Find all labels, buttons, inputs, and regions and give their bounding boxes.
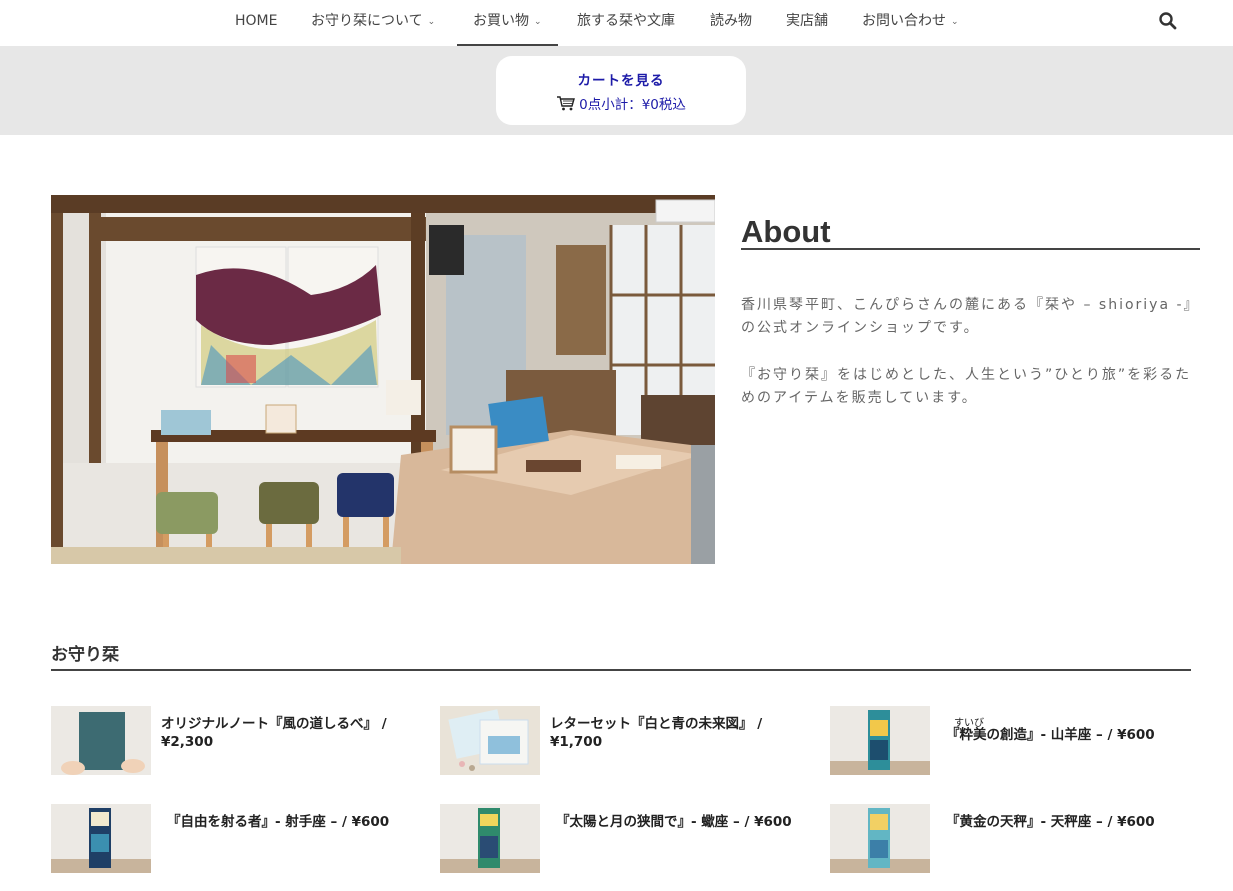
- view-cart-button[interactable]: カートを見る 0点小計：¥0税込: [496, 56, 746, 125]
- product-name: 『黄金の天秤』- 天秤座 – / ¥600: [946, 814, 1155, 830]
- nav-bunko[interactable]: 旅する栞や文庫: [577, 0, 675, 46]
- nav-reading-label: 読み物: [710, 13, 752, 29]
- product-thumbnail: [830, 706, 930, 775]
- product-name: 『自由を射る者』- 射手座 – / ¥600: [167, 814, 390, 830]
- product-item[interactable]: 『黄金の天秤』- 天秤座 – / ¥600: [830, 804, 1190, 874]
- cart-summary-text: 0点小計：¥0税込: [579, 97, 686, 113]
- nav-about-omamori[interactable]: お守り栞について ⌄: [311, 0, 435, 46]
- chevron-down-icon: ⌄: [427, 17, 436, 27]
- about-paragraph-2: 『お守り栞』をはじめとした、人生という”ひとり旅”を彩るためのアイテムを販売して…: [741, 367, 1192, 406]
- nav-shopping-label: お買い物: [473, 13, 529, 29]
- nav-home-label: HOME: [235, 13, 278, 29]
- product-item[interactable]: レターセット『白と青の未来図』 / ¥1,700: [440, 706, 800, 776]
- chevron-down-icon: ⌄: [534, 17, 542, 27]
- product-thumbnail: [51, 706, 151, 775]
- product-name: 『太陽と月の狭間で』- 蠍座 – / ¥600: [556, 814, 792, 830]
- nav-contact[interactable]: お問い合わせ ⌄: [862, 0, 959, 46]
- cart-icon: [557, 96, 576, 111]
- product-item[interactable]: すいび 『粋美の創造』- 山羊座 – / ¥600: [830, 706, 1190, 776]
- nav-shopping[interactable]: お買い物 ⌄: [457, 0, 557, 46]
- chevron-down-icon: ⌄: [951, 17, 959, 27]
- product-thumbnail: [440, 804, 540, 873]
- cart-banner: カートを見る 0点小計：¥0税込: [0, 46, 1233, 135]
- section-divider: [51, 669, 1191, 671]
- cart-summary: 0点小計：¥0税込: [496, 93, 746, 113]
- nav-bunko-label: 旅する栞や文庫: [577, 13, 675, 29]
- about-divider: [741, 248, 1200, 250]
- product-thumbnail: [440, 706, 540, 775]
- product-item[interactable]: 『自由を射る者』- 射手座 – / ¥600: [51, 804, 411, 874]
- about-paragraph-1: 香川県琴平町、こんぴらさんの麓にある『栞や – shioriya -』の公式オン…: [741, 297, 1200, 336]
- product-item[interactable]: オリジナルノート『風の道しるべ』 / ¥2,300: [51, 706, 411, 776]
- product-thumbnail: [830, 804, 930, 873]
- product-item[interactable]: 『太陽と月の狭間で』- 蠍座 – / ¥600: [440, 804, 800, 874]
- about-heading: About: [741, 214, 831, 249]
- product-name: 『粋美の創造』- 山羊座 – / ¥600: [946, 727, 1155, 743]
- search-icon[interactable]: [1158, 11, 1178, 31]
- nav-home[interactable]: HOME: [235, 0, 277, 46]
- product-name: レターセット『白と青の未来図』 / ¥1,700: [550, 716, 763, 750]
- nav-contact-label: お問い合わせ: [862, 13, 946, 29]
- top-navigation: HOME お守り栞について ⌄ お買い物 ⌄ 旅する栞や文庫 読み物 実店舗 お問い…: [0, 0, 1233, 46]
- nav-about-omamori-label: お守り栞について: [311, 13, 423, 29]
- section-heading: お守り栞: [51, 645, 119, 665]
- product-thumbnail: [51, 804, 151, 873]
- shop-interior-photo: [51, 195, 715, 564]
- product-name: オリジナルノート『風の道しるべ』 / ¥2,300: [161, 716, 387, 750]
- view-cart-label: カートを見る: [577, 73, 665, 89]
- nav-store-label: 実店舗: [786, 13, 828, 29]
- nav-store[interactable]: 実店舗: [786, 0, 828, 46]
- nav-reading[interactable]: 読み物: [710, 0, 752, 46]
